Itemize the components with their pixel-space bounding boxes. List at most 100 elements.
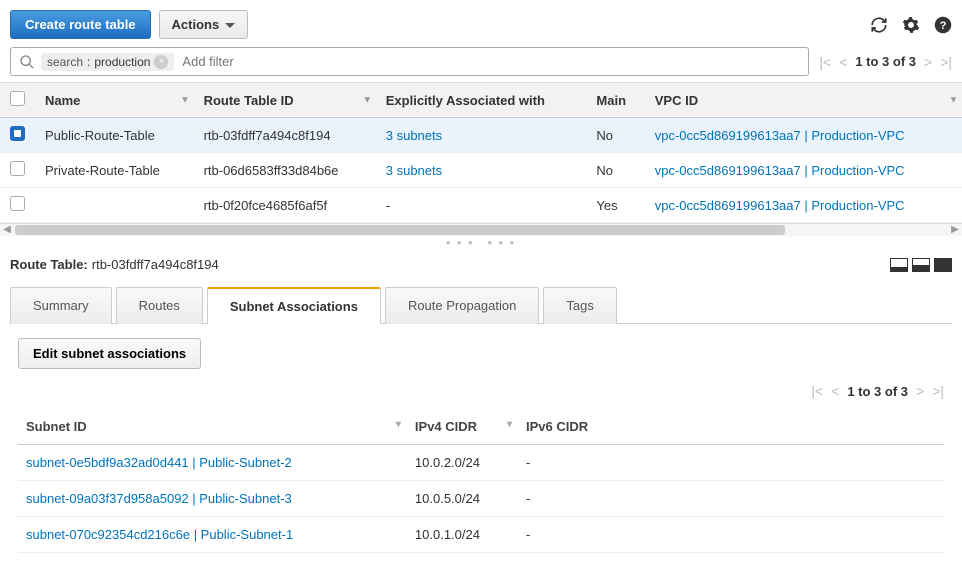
- filter-value: production: [94, 55, 150, 69]
- col-vpc[interactable]: VPC ID ▾: [645, 83, 962, 118]
- horizontal-scrollbar[interactable]: ◀ ▶: [0, 224, 962, 236]
- col-ipv4[interactable]: IPv4 CIDR ▾: [407, 409, 518, 445]
- table-row[interactable]: Public-Route-Tablertb-03fdff7a494c8f1943…: [0, 118, 962, 153]
- col-rtid[interactable]: Route Table ID▾: [194, 83, 376, 118]
- sort-caret-icon: ▾: [507, 419, 512, 430]
- cell-ipv4: 10.0.1.0/24: [407, 517, 518, 553]
- actions-label: Actions: [172, 17, 220, 32]
- col-ipv6-label: IPv6 CIDR: [526, 419, 588, 434]
- cell-vpc-link[interactable]: vpc-0cc5d869199613aa7 | Production-VPC: [645, 153, 962, 188]
- cell-name: Private-Route-Table: [35, 153, 194, 188]
- tab-summary[interactable]: Summary: [10, 287, 112, 324]
- layout-min-icon[interactable]: [890, 258, 908, 272]
- cell-name: [35, 188, 194, 223]
- cell-vpc-link[interactable]: vpc-0cc5d869199613aa7 | Production-VPC: [645, 188, 962, 223]
- cell-subnet-link[interactable]: subnet-0e5bdf9a32ad0d441 | Public-Subnet…: [18, 445, 407, 481]
- row-checkbox[interactable]: [10, 196, 25, 211]
- col-subnet-id[interactable]: Subnet ID ▾: [18, 409, 407, 445]
- page-first-icon[interactable]: |<: [819, 54, 831, 70]
- route-tables-table: Name▾ Route Table ID▾ Explicitly Associa…: [0, 82, 962, 223]
- cell-ipv4: 10.0.2.0/24: [407, 445, 518, 481]
- col-name-label: Name: [45, 93, 80, 108]
- col-main[interactable]: Main: [586, 83, 644, 118]
- cell-main: No: [586, 153, 644, 188]
- cell-ipv6: -: [518, 445, 944, 481]
- page-last-icon[interactable]: >|: [940, 54, 952, 70]
- filter-key: search: [47, 55, 83, 69]
- cell-ipv4: 10.0.5.0/24: [407, 481, 518, 517]
- search-input[interactable]: [180, 52, 800, 71]
- col-name[interactable]: Name ▾: [35, 83, 194, 118]
- page-next-icon[interactable]: >: [916, 383, 924, 399]
- search-row: search: production × |< < 1 to 3 of 3 > …: [0, 47, 962, 82]
- tab-subnet-associations[interactable]: Subnet Associations: [207, 287, 381, 324]
- scroll-left-icon[interactable]: ◀: [0, 224, 14, 236]
- col-assoc-label: Explicitly Associated with: [386, 93, 545, 108]
- search-box[interactable]: search: production ×: [10, 47, 809, 76]
- cell-ipv6: -: [518, 517, 944, 553]
- col-ipv4-label: IPv4 CIDR: [415, 419, 477, 434]
- remove-filter-icon[interactable]: ×: [154, 55, 168, 69]
- search-icon: [19, 54, 35, 70]
- tab-tags[interactable]: Tags: [543, 287, 616, 324]
- col-assoc[interactable]: Explicitly Associated with: [376, 83, 587, 118]
- subnet-associations-panel: Edit subnet associations |< < 1 to 3 of …: [0, 324, 962, 567]
- cell-subnet-link[interactable]: subnet-070c92354cd216c6e | Public-Subnet…: [18, 517, 407, 553]
- subnet-page-count: 1 to 3 of 3: [847, 384, 908, 399]
- layout-split-icon[interactable]: [912, 258, 930, 272]
- edit-subnet-associations-button[interactable]: Edit subnet associations: [18, 338, 201, 369]
- table-row[interactable]: rtb-0f20fce4685f6af5f-Yesvpc-0cc5d869199…: [0, 188, 962, 223]
- cell-rtid: rtb-03fdff7a494c8f194: [194, 118, 376, 153]
- col-vpc-label: VPC ID: [655, 93, 698, 108]
- detail-header: Route Table: rtb-03fdff7a494c8f194: [0, 249, 962, 280]
- tab-route-propagation[interactable]: Route Propagation: [385, 287, 539, 324]
- resize-handle-icon[interactable]: ● ● ● ● ● ●: [0, 236, 962, 249]
- row-checkbox-cell[interactable]: [0, 118, 35, 153]
- row-checkbox[interactable]: [10, 161, 25, 176]
- sort-caret-icon: ▾: [396, 419, 401, 430]
- cell-main: Yes: [586, 188, 644, 223]
- sort-caret-icon: ▾: [183, 95, 188, 106]
- refresh-icon[interactable]: [870, 16, 888, 34]
- detail-value: rtb-03fdff7a494c8f194: [92, 257, 219, 272]
- create-route-table-button[interactable]: Create route table: [10, 10, 151, 39]
- col-rtid-label: Route Table ID: [204, 93, 294, 108]
- scroll-right-icon[interactable]: ▶: [948, 224, 962, 236]
- page-next-icon[interactable]: >: [924, 54, 932, 70]
- row-checkbox-cell[interactable]: [0, 153, 35, 188]
- top-pager: |< < 1 to 3 of 3 > >|: [819, 54, 952, 70]
- select-all-header[interactable]: [0, 83, 35, 118]
- detail-tabs: Summary Routes Subnet Associations Route…: [10, 286, 952, 324]
- table-row[interactable]: subnet-0e5bdf9a32ad0d441 | Public-Subnet…: [18, 445, 944, 481]
- route-table-scroll: Name▾ Route Table ID▾ Explicitly Associa…: [0, 82, 962, 224]
- chevron-down-icon: [225, 17, 235, 32]
- table-row[interactable]: subnet-070c92354cd216c6e | Public-Subnet…: [18, 517, 944, 553]
- col-main-label: Main: [596, 93, 626, 108]
- gear-icon[interactable]: [902, 16, 920, 34]
- layout-full-icon[interactable]: [934, 258, 952, 272]
- actions-button[interactable]: Actions: [159, 10, 249, 39]
- cell-assoc[interactable]: 3 subnets: [376, 153, 587, 188]
- svg-text:?: ?: [940, 19, 947, 31]
- cell-vpc-link[interactable]: vpc-0cc5d869199613aa7 | Production-VPC: [645, 118, 962, 153]
- page-last-icon[interactable]: >|: [932, 383, 944, 399]
- table-row[interactable]: Private-Route-Tablertb-06d6583ff33d84b6e…: [0, 153, 962, 188]
- sort-caret-icon: ▾: [951, 95, 956, 106]
- scroll-thumb[interactable]: [15, 225, 785, 235]
- help-icon[interactable]: ?: [934, 16, 952, 34]
- page-prev-icon[interactable]: <: [839, 54, 847, 70]
- cell-assoc[interactable]: 3 subnets: [376, 118, 587, 153]
- page-count: 1 to 3 of 3: [855, 54, 916, 69]
- page-first-icon[interactable]: |<: [811, 383, 823, 399]
- col-ipv6[interactable]: IPv6 CIDR: [518, 409, 944, 445]
- subnet-pager: |< < 1 to 3 of 3 > >|: [811, 383, 944, 399]
- cell-subnet-link[interactable]: subnet-09a03f37d958a5092 | Public-Subnet…: [18, 481, 407, 517]
- tab-routes[interactable]: Routes: [116, 287, 203, 324]
- table-row[interactable]: subnet-09a03f37d958a5092 | Public-Subnet…: [18, 481, 944, 517]
- row-checkbox-cell[interactable]: [0, 188, 35, 223]
- cell-rtid: rtb-06d6583ff33d84b6e: [194, 153, 376, 188]
- row-checkbox[interactable]: [10, 126, 25, 141]
- detail-label: Route Table:: [10, 257, 88, 272]
- col-subnet-label: Subnet ID: [26, 419, 87, 434]
- page-prev-icon[interactable]: <: [831, 383, 839, 399]
